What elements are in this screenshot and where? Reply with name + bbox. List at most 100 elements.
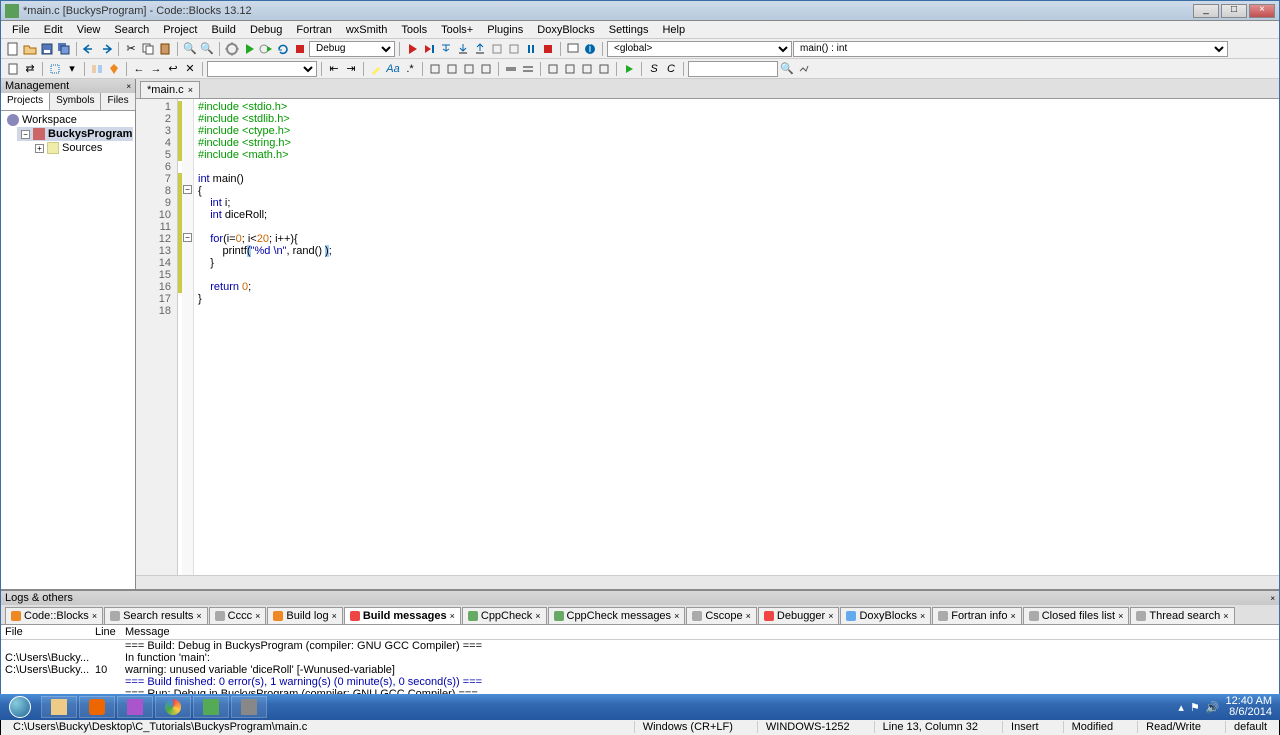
tab-close-icon[interactable]: × xyxy=(1223,611,1228,621)
close-button[interactable]: × xyxy=(1249,4,1275,18)
taskbar[interactable]: ▴ ⚑ 🔊 12:40 AM 8/6/2014 xyxy=(0,694,1280,720)
new-file-icon[interactable] xyxy=(5,41,21,57)
titlebar[interactable]: *main.c [BuckysProgram] - Code::Blocks 1… xyxy=(1,1,1279,21)
horizontal-scrollbar[interactable] xyxy=(136,575,1279,589)
function-combo[interactable]: main() : int xyxy=(793,41,1228,57)
menu-build[interactable]: Build xyxy=(204,22,242,38)
doxy3-icon[interactable] xyxy=(579,61,595,77)
debug-windows-icon[interactable] xyxy=(565,41,581,57)
jump-combo[interactable] xyxy=(207,61,317,77)
tab-close-icon[interactable]: × xyxy=(92,611,97,621)
settings-icon[interactable] xyxy=(796,61,812,77)
log-tab-cccc[interactable]: Cccc× xyxy=(209,607,267,624)
run-profile-icon[interactable] xyxy=(621,61,637,77)
message-row[interactable]: C:\Users\Bucky...In function 'main': xyxy=(1,652,1279,664)
log-tab-thread-search[interactable]: Thread search× xyxy=(1130,607,1234,624)
build-target-combo[interactable]: Debug xyxy=(309,41,395,57)
log-tab-cscope[interactable]: Cscope× xyxy=(686,607,757,624)
log-tab-build-messages[interactable]: Build messages× xyxy=(344,607,461,624)
start-button[interactable] xyxy=(0,694,40,720)
build-run-icon[interactable] xyxy=(258,41,274,57)
log-tab-cppcheck[interactable]: CppCheck× xyxy=(462,607,547,624)
log-tab-doxyblocks[interactable]: DoxyBlocks× xyxy=(840,607,931,624)
save-icon[interactable] xyxy=(39,41,55,57)
regex-icon[interactable]: .* xyxy=(402,61,418,77)
line-comment-icon[interactable] xyxy=(520,61,536,77)
toggle-source-icon[interactable] xyxy=(89,61,105,77)
fold-icon[interactable]: − xyxy=(183,185,192,194)
task-other[interactable] xyxy=(231,696,267,718)
menu-edit[interactable]: Edit xyxy=(37,22,70,38)
find-icon[interactable]: 🔍 xyxy=(182,41,198,57)
step-into-instr-icon[interactable] xyxy=(506,41,522,57)
task-media[interactable] xyxy=(79,696,115,718)
open-icon[interactable] xyxy=(22,41,38,57)
menu-debug[interactable]: Debug xyxy=(243,22,289,38)
tab-close-icon[interactable]: × xyxy=(450,611,455,621)
clear-icon[interactable]: ✕ xyxy=(182,61,198,77)
build-icon[interactable] xyxy=(224,41,240,57)
tab-close-icon[interactable]: × xyxy=(920,611,925,621)
stop-debug-icon[interactable] xyxy=(540,41,556,57)
tree-sources[interactable]: + Sources xyxy=(31,141,133,155)
doc-icon[interactable] xyxy=(5,61,21,77)
task-codeblocks[interactable] xyxy=(193,696,229,718)
menu-project[interactable]: Project xyxy=(156,22,204,38)
panel-close-icon[interactable]: × xyxy=(1270,594,1275,603)
log-tab-fortran-info[interactable]: Fortran info× xyxy=(932,607,1022,624)
system-tray[interactable]: ▴ ⚑ 🔊 12:40 AM 8/6/2014 xyxy=(1178,696,1280,718)
rebuild-icon[interactable] xyxy=(275,41,291,57)
minimize-button[interactable]: _ xyxy=(1193,4,1219,18)
cut-icon[interactable]: ✂ xyxy=(123,41,139,57)
run-to-cursor-icon[interactable] xyxy=(421,41,437,57)
doxy2-icon[interactable] xyxy=(562,61,578,77)
message-row[interactable]: === Build finished: 0 error(s), 1 warnin… xyxy=(1,676,1279,688)
fold-icon[interactable]: − xyxy=(183,233,192,242)
tab-close-icon[interactable]: × xyxy=(1010,611,1015,621)
prev-bookmark-icon[interactable]: ⇤ xyxy=(326,61,342,77)
marker-icon[interactable] xyxy=(106,61,122,77)
tab-close-icon[interactable]: × xyxy=(196,611,201,621)
menu-settings[interactable]: Settings xyxy=(602,22,656,38)
help-c-icon[interactable]: C xyxy=(663,61,679,77)
back-icon[interactable]: ← xyxy=(131,61,147,77)
menu-view[interactable]: View xyxy=(70,22,108,38)
doxy1-icon[interactable] xyxy=(545,61,561,77)
tab-close-icon[interactable]: × xyxy=(746,611,751,621)
next-line-icon[interactable] xyxy=(438,41,454,57)
log-tab-code-blocks[interactable]: Code::Blocks× xyxy=(5,607,103,624)
toggle-icon[interactable]: ⇄ xyxy=(22,61,38,77)
menu-help[interactable]: Help xyxy=(655,22,692,38)
box1-icon[interactable] xyxy=(427,61,443,77)
select-icon[interactable] xyxy=(47,61,63,77)
step-into-icon[interactable] xyxy=(455,41,471,57)
code-content[interactable]: #include <stdio.h>#include <stdlib.h>#in… xyxy=(194,99,1279,575)
tab-close-icon[interactable]: × xyxy=(332,611,337,621)
menu-fortran[interactable]: Fortran xyxy=(289,22,338,38)
tray-volume-icon[interactable]: 🔊 xyxy=(1206,701,1220,714)
next-instr-icon[interactable] xyxy=(489,41,505,57)
maximize-button[interactable]: □ xyxy=(1221,4,1247,18)
step-out-icon[interactable] xyxy=(472,41,488,57)
tab-close-icon[interactable]: × xyxy=(188,85,193,95)
menu-search[interactable]: Search xyxy=(107,22,156,38)
run-icon[interactable] xyxy=(241,41,257,57)
box4-icon[interactable] xyxy=(478,61,494,77)
debug-run-icon[interactable] xyxy=(404,41,420,57)
block-comment-icon[interactable] xyxy=(503,61,519,77)
copy-icon[interactable] xyxy=(140,41,156,57)
redo-icon[interactable] xyxy=(98,41,114,57)
task-app1[interactable] xyxy=(117,696,153,718)
selection-tool-icon[interactable]: Aa xyxy=(385,61,401,77)
log-tab-search-results[interactable]: Search results× xyxy=(104,607,208,624)
expand-icon[interactable]: + xyxy=(35,144,44,153)
menu-wxsmith[interactable]: wxSmith xyxy=(339,22,395,38)
panel-close-icon[interactable]: × xyxy=(126,82,131,91)
sidebar-tab-symbols[interactable]: Symbols xyxy=(50,93,101,110)
box3-icon[interactable] xyxy=(461,61,477,77)
tree-workspace[interactable]: Workspace xyxy=(3,113,133,127)
menu-file[interactable]: File xyxy=(5,22,37,38)
next-bookmark-icon[interactable]: ⇥ xyxy=(343,61,359,77)
expand-icon[interactable]: − xyxy=(21,130,30,139)
tree-project[interactable]: − BuckysProgram xyxy=(17,127,133,141)
